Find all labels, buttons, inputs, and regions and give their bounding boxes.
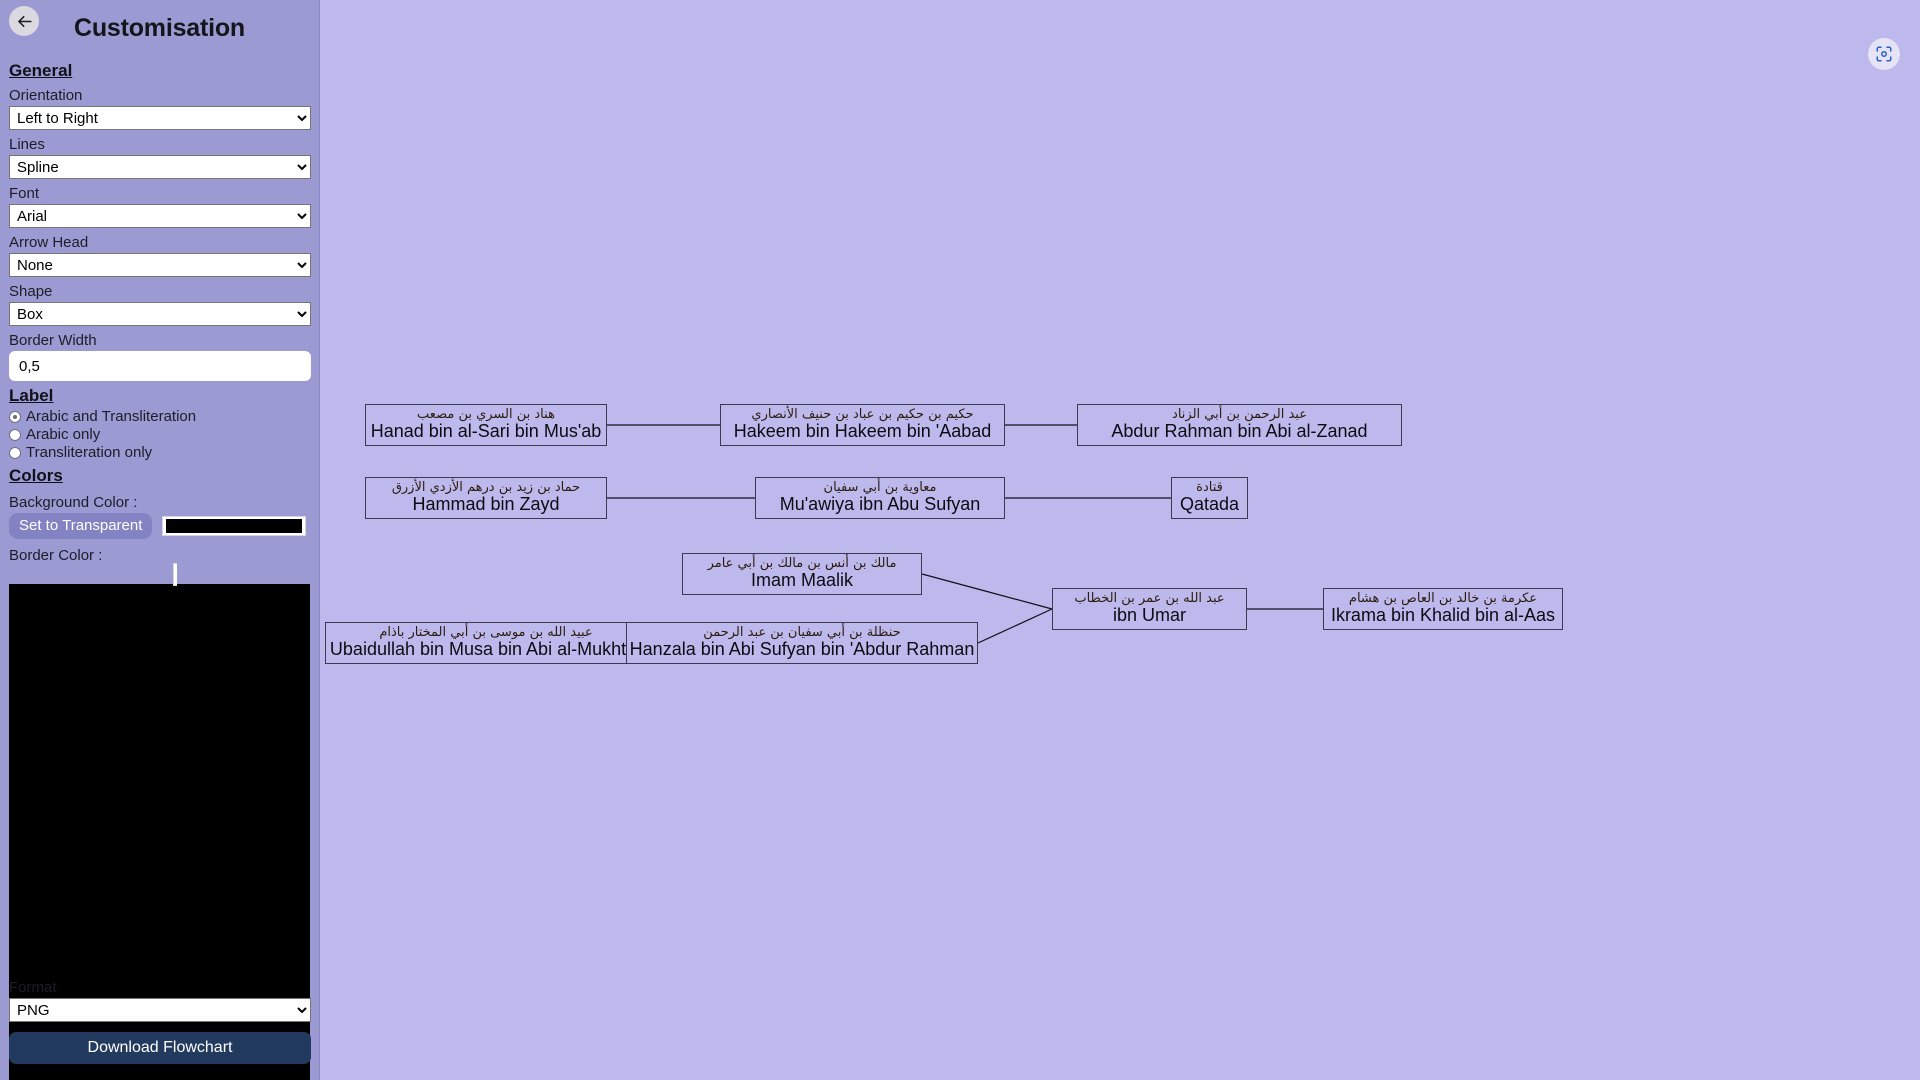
- node-transliteration-label: Hanad bin al-Sari bin Mus'ab: [370, 421, 602, 442]
- orientation-label: Orientation: [9, 87, 83, 104]
- format-select[interactable]: PNG: [9, 998, 311, 1022]
- node-arabic-label: قتادة: [1196, 480, 1223, 496]
- flowchart-edges: [607, 424, 1323, 644]
- sidebar-footer: Format PNG Download Flowchart: [9, 973, 311, 1064]
- radio-icon[interactable]: [9, 428, 21, 441]
- label-option-transliteration-only[interactable]: Transliteration only: [9, 444, 310, 461]
- node-transliteration-label: Imam Maalik: [750, 570, 853, 591]
- flowchart-canvas[interactable]: هناد بن السري بن مصعب Hanad bin al-Sari b…: [320, 0, 1920, 1080]
- border-width-input[interactable]: [9, 351, 311, 381]
- background-color-label: Background Color :: [9, 494, 138, 511]
- flowchart-node[interactable]: مالك بن أنس بن مالك بن أبي عامر Imam Maal…: [682, 553, 922, 595]
- font-select[interactable]: Arial: [9, 204, 311, 228]
- lines-select[interactable]: Spline: [9, 155, 311, 179]
- download-flowchart-button[interactable]: Download Flowchart: [9, 1032, 311, 1064]
- section-colors-heading: Colors: [9, 466, 63, 485]
- flowchart-node[interactable]: عبد الرحمن بن أبي الزناد Abdur Rahman bin…: [1077, 404, 1402, 446]
- flowchart-node[interactable]: هناد بن السري بن مصعب Hanad bin al-Sari b…: [365, 404, 607, 446]
- flowchart-node[interactable]: عبد الله بن عمر بن الخطاب ibn Umar: [1052, 588, 1247, 630]
- shape-select[interactable]: Box: [9, 302, 311, 326]
- flowchart-node[interactable]: قتادة Qatada: [1171, 477, 1248, 519]
- radio-icon[interactable]: [9, 446, 21, 459]
- node-arabic-label: عبد الله بن عمر بن الخطاب: [1074, 591, 1225, 607]
- background-color-swatch[interactable]: [162, 516, 307, 536]
- sidebar-header: Customisation: [9, 0, 310, 56]
- set-to-transparent-button[interactable]: Set to Transparent: [9, 513, 153, 539]
- border-width-label: Border Width: [9, 332, 97, 349]
- node-arabic-label: عبيد الله بن موسى بن أبي المختار باذام: [379, 625, 593, 641]
- label-option-text: Arabic and Transliteration: [26, 408, 197, 425]
- format-label: Format: [9, 979, 57, 996]
- flowchart-node[interactable]: عكرمة بن خالد بن العاص بن هشام Ikrama bin…: [1323, 588, 1563, 630]
- node-transliteration-label: Hammad bin Zayd: [412, 494, 560, 515]
- background-color-row: Set to Transparent: [9, 513, 310, 539]
- flowchart-node[interactable]: حماد بن زيد بن درهم الأزدي الأزرق Hammad …: [365, 477, 607, 519]
- back-arrow-icon[interactable]: [9, 6, 39, 36]
- arrow-head-label: Arrow Head: [9, 234, 89, 251]
- node-arabic-label: معاوية بن أبي سفيان: [823, 480, 937, 496]
- node-arabic-label: عكرمة بن خالد بن العاص بن هشام: [1348, 591, 1538, 607]
- node-transliteration-label: Abdur Rahman bin Abi al-Zanad: [1111, 421, 1368, 442]
- node-arabic-label: هناد بن السري بن مصعب: [417, 407, 555, 423]
- node-transliteration-label: Hanzala bin Abi Sufyan bin 'Abdur Rahman: [629, 639, 975, 660]
- label-option-arabic-only[interactable]: Arabic only: [9, 426, 310, 443]
- font-label: Font: [9, 185, 40, 202]
- app-root: Customisation General Orientation Left t…: [0, 0, 1920, 1080]
- flowchart-node[interactable]: عبيد الله بن موسى بن أبي المختار باذام Ub…: [325, 622, 647, 664]
- node-arabic-label: حكيم بن حكيم بن عباد بن حنيف الأنصاري: [751, 407, 974, 423]
- shape-label: Shape: [9, 283, 53, 300]
- flowchart-edge: [977, 608, 1053, 644]
- node-transliteration-label: Qatada: [1179, 494, 1240, 515]
- node-transliteration-label: Ubaidullah bin Musa bin Abi al-Mukhtar: [329, 639, 643, 660]
- section-label-heading: Label: [9, 386, 54, 405]
- label-option-text: Transliteration only: [26, 444, 153, 461]
- flowchart-node[interactable]: معاوية بن أبي سفيان Mu'awiya ibn Abu Sufy…: [755, 477, 1005, 519]
- node-transliteration-label: Hakeem bin Hakeem bin 'Aabad: [733, 421, 992, 442]
- node-arabic-label: عبد الرحمن بن أبي الزناد: [1172, 407, 1307, 423]
- page-title: Customisation: [73, 13, 246, 42]
- node-transliteration-label: Mu'awiya ibn Abu Sufyan: [779, 494, 981, 515]
- section-general-heading: General: [9, 61, 73, 80]
- label-option-text: Arabic only: [26, 426, 101, 443]
- label-option-arabic-and-transliteration[interactable]: Arabic and Transliteration: [9, 408, 310, 425]
- customisation-sidebar: Customisation General Orientation Left t…: [0, 0, 320, 1080]
- node-transliteration-label: Ikrama bin Khalid bin al-Aas: [1330, 605, 1556, 626]
- orientation-select[interactable]: Left to Right: [9, 106, 311, 130]
- radio-icon-selected[interactable]: [9, 410, 21, 423]
- node-transliteration-label: ibn Umar: [1112, 605, 1187, 626]
- node-arabic-label: حنظلة بن أبي سفيان بن عبد الرحمن: [703, 625, 901, 641]
- node-arabic-label: مالك بن أنس بن مالك بن أبي عامر: [707, 556, 897, 572]
- flowchart-node[interactable]: حكيم بن حكيم بن عباد بن حنيف الأنصاري Hak…: [720, 404, 1005, 446]
- lines-label: Lines: [9, 136, 45, 153]
- arrow-head-select[interactable]: None: [9, 253, 311, 277]
- flowchart-node[interactable]: حنظلة بن أبي سفيان بن عبد الرحمن Hanzala …: [626, 622, 978, 664]
- node-arabic-label: حماد بن زيد بن درهم الأزدي الأزرق: [391, 480, 581, 496]
- flowchart-edge: [921, 573, 1053, 610]
- border-color-label: Border Color :: [9, 547, 103, 564]
